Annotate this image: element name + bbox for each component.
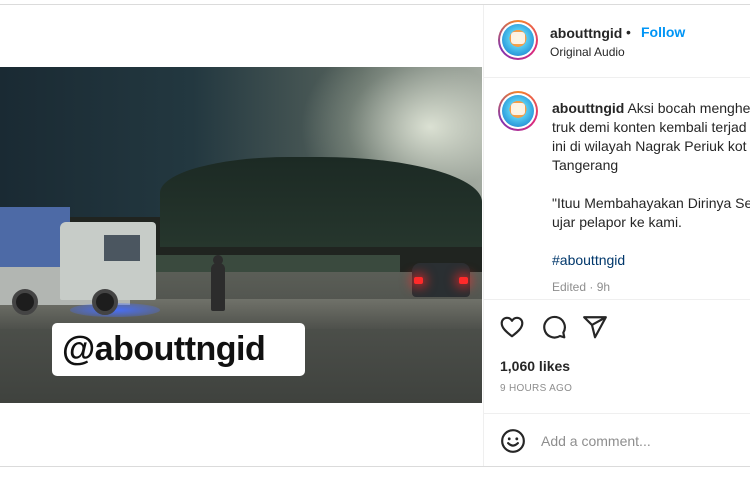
likes-count[interactable]: 1,060 likes — [500, 358, 570, 374]
avatar-image — [502, 95, 534, 127]
caption-line: truk demi konten kembali terjad — [552, 119, 747, 135]
edited-timestamp: Edited · 9h — [552, 280, 611, 294]
follow-button[interactable]: Follow — [641, 24, 685, 40]
comment-input[interactable] — [541, 431, 741, 451]
share-icon[interactable] — [582, 314, 608, 340]
caption-username[interactable]: abouttngid — [552, 100, 624, 116]
audio-link[interactable]: Original Audio — [550, 45, 625, 59]
avatar-image — [502, 24, 534, 56]
caption-section: abouttngid Aksi bocah menghe truk demi k… — [484, 79, 750, 300]
instagram-post-page: @abouttngid abouttngid • Follow Original… — [0, 0, 750, 500]
caption-line: Aksi bocah menghe — [627, 100, 750, 116]
avatar[interactable] — [498, 20, 538, 60]
caption-avatar[interactable] — [498, 91, 538, 131]
video-person — [211, 263, 225, 311]
comment-bar — [484, 413, 750, 466]
caption-line: ini di wilayah Nagrak Periuk kot — [552, 138, 747, 154]
separator-dot: • — [626, 24, 631, 40]
caption-line: "Ituu Membahayakan Dirinya Se — [552, 195, 750, 211]
video-watermark: @abouttngid — [52, 323, 305, 376]
caption-text: abouttngid Aksi bocah menghe truk demi k… — [552, 99, 750, 270]
video-car-taillight — [459, 277, 468, 284]
emoji-icon[interactable] — [500, 428, 526, 454]
bottom-divider — [0, 466, 750, 467]
post-header: abouttngid • Follow Original Audio — [484, 5, 750, 78]
post-timestamp: 9 HOURS AGO — [500, 383, 573, 394]
action-bar — [484, 301, 750, 351]
video-trees — [160, 157, 482, 247]
hashtag-link[interactable]: #abouttngid — [552, 251, 750, 270]
caption-line: ujar pelapor ke kami. — [552, 214, 682, 230]
heart-icon[interactable] — [499, 314, 525, 340]
post-video[interactable]: @abouttngid — [0, 67, 482, 403]
comment-icon[interactable] — [541, 314, 567, 340]
caption-line: Tangerang — [552, 157, 619, 173]
username-link[interactable]: abouttngid — [550, 25, 622, 41]
post-sidebar: abouttngid • Follow Original Audio about… — [483, 5, 750, 466]
video-truck-wheel — [12, 289, 38, 315]
video-truck-cab — [60, 222, 156, 300]
video-truck-wheel — [92, 289, 118, 315]
video-truck-window — [104, 235, 140, 261]
video-car-taillight — [414, 277, 423, 284]
